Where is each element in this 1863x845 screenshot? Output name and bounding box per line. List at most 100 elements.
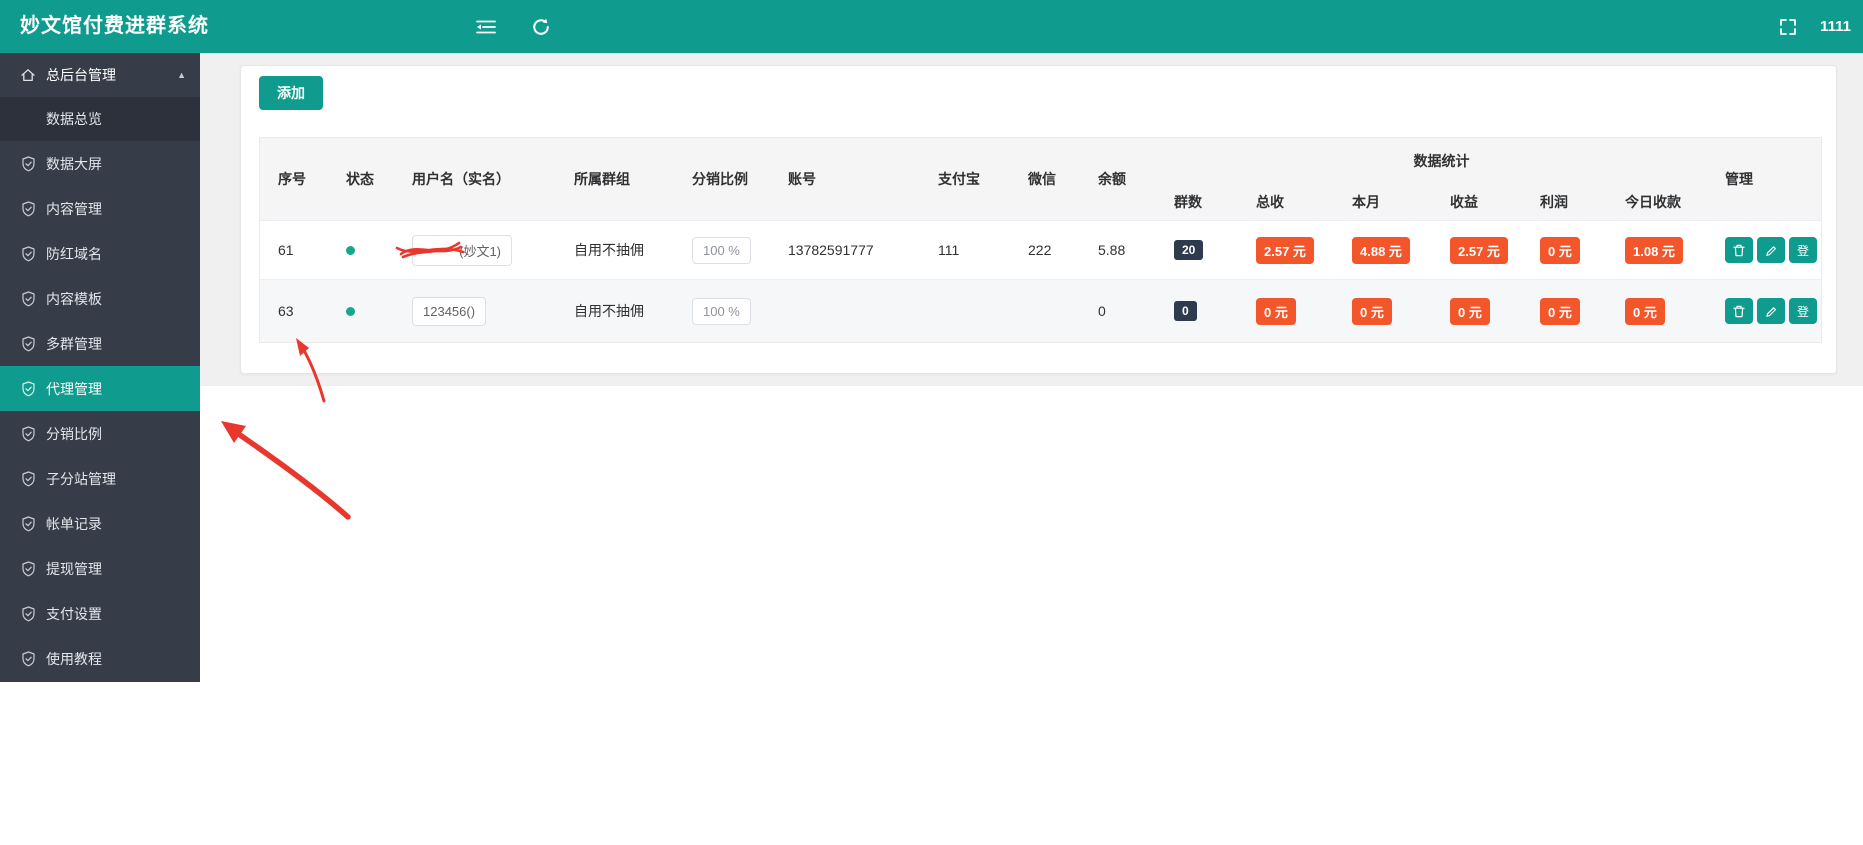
shield-check-icon — [20, 425, 36, 442]
sidebar-item-substation-manage[interactable]: 子分站管理 — [0, 456, 200, 501]
cell-alipay — [930, 280, 1020, 342]
sidebar-item-tutorial[interactable]: 使用教程 — [0, 636, 200, 681]
col-header-group: 所属群组 — [574, 171, 630, 187]
sidebar-item-label: 提现管理 — [46, 560, 102, 577]
col-header-balance: 余额 — [1098, 171, 1126, 187]
sidebar-item-billing-records[interactable]: 帐单记录 — [0, 501, 200, 546]
sidebar-item-payment-settings[interactable]: 支付设置 — [0, 591, 200, 636]
sidebar-item-label: 子分站管理 — [46, 470, 116, 487]
cell-wechat — [1020, 280, 1090, 342]
shield-check-icon — [20, 200, 36, 217]
edit-button[interactable] — [1757, 298, 1785, 324]
cell-group-count: 0 — [1166, 280, 1248, 342]
sidebar-item-content-manage[interactable]: 内容管理 — [0, 186, 200, 231]
col-header-status: 状态 — [346, 171, 374, 187]
money-badge: 4.88 元 — [1352, 236, 1410, 264]
annotation-arrow-large — [221, 421, 351, 520]
money-badge: 0 元 — [1352, 297, 1392, 325]
cell-profit: 0 元 — [1532, 280, 1617, 342]
cell-actions: 登 — [1717, 221, 1821, 279]
sidebar-item-label: 防红域名 — [46, 245, 102, 262]
ratio-box: 100 % — [692, 236, 751, 264]
money-badge: 0 元 — [1540, 297, 1580, 325]
sidebar-item-data-screen[interactable]: 数据大屏 — [0, 141, 200, 186]
content-card: 添加 序号 状态 用户名（实名） 所属群组 分销比例 账号 支付宝 微信 余额 … — [240, 65, 1837, 374]
delete-button[interactable] — [1725, 298, 1753, 324]
col-header-manage: 管理 — [1725, 171, 1753, 187]
cell-group: 自用不抽佣 — [574, 303, 644, 319]
menu-fold-icon[interactable] — [472, 13, 500, 41]
cell-ratio: 100 % — [684, 221, 780, 279]
fullscreen-glyph — [1780, 19, 1796, 35]
app-root: 妙文馆付费进群系统 1111 总后台管理 ▲ 数据总览 数据大屏 内容管理 防红… — [0, 0, 1863, 845]
sidebar-item-label: 数据大屏 — [46, 155, 102, 172]
table-header: 序号 状态 用户名（实名） 所属群组 分销比例 账号 支付宝 微信 余额 群数 … — [260, 138, 1821, 220]
shield-check-icon — [20, 470, 36, 487]
shield-check-icon — [20, 515, 36, 532]
table-row: 63 123456() 自用不抽佣 100 % 0 0 0 元 0 元 0 元 … — [260, 279, 1821, 342]
shield-check-icon — [20, 245, 36, 262]
col-header-account: 账号 — [788, 171, 816, 187]
shield-check-icon — [20, 290, 36, 307]
topbar: 妙文馆付费进群系统 1111 — [0, 0, 1863, 53]
money-badge: 0 元 — [1450, 297, 1490, 325]
sidebar-item-withdraw-manage[interactable]: 提现管理 — [0, 546, 200, 591]
col-header-username: 用户名（实名） — [412, 171, 510, 187]
cell-total-income: 2.57 元 — [1248, 221, 1344, 279]
delete-button[interactable] — [1725, 237, 1753, 263]
cell-balance: 5.88 — [1098, 242, 1126, 258]
cell-status — [322, 221, 388, 279]
cell-month-income: 4.88 元 — [1344, 221, 1442, 279]
col-header-seq: 序号 — [278, 171, 306, 187]
user-menu[interactable]: 1111 — [1820, 0, 1851, 53]
status-online-dot — [346, 245, 355, 255]
pencil-icon — [1766, 245, 1776, 256]
agents-table: 序号 状态 用户名（实名） 所属群组 分销比例 账号 支付宝 微信 余额 群数 … — [259, 137, 1822, 343]
content-area: 添加 序号 状态 用户名（实名） 所属群组 分销比例 账号 支付宝 微信 余额 … — [200, 53, 1863, 386]
sidebar-item-root-admin[interactable]: 总后台管理 ▲ — [0, 53, 200, 97]
money-badge: 2.57 元 — [1256, 236, 1314, 264]
cell-alipay: 111 — [938, 242, 960, 258]
sidebar-item-label: 代理管理 — [46, 380, 102, 397]
ratio-box: 100 % — [692, 297, 751, 325]
col-header-alipay: 支付宝 — [938, 171, 980, 187]
sidebar-item-label: 分销比例 — [46, 425, 102, 442]
menu-fold-glyph — [476, 20, 496, 34]
shield-check-icon — [20, 650, 36, 667]
money-badge: 2.57 元 — [1450, 236, 1508, 264]
username-box: 123456() — [412, 296, 487, 326]
edit-button[interactable] — [1757, 237, 1785, 263]
cell-total-income: 0 元 — [1248, 280, 1344, 342]
sidebar-item-data-overview[interactable]: 数据总览 — [0, 97, 200, 141]
sidebar-item-label: 支付设置 — [46, 605, 102, 622]
refresh-glyph — [533, 18, 549, 35]
cell-account: 13782591777 — [788, 242, 874, 258]
sidebar-item-agent-manage[interactable]: 代理管理 — [0, 366, 200, 411]
money-badge: 1.08 元 — [1625, 236, 1683, 264]
cell-username: (妙文1) — [388, 221, 566, 279]
login-as-button[interactable]: 登 — [1789, 237, 1817, 263]
shield-check-icon — [20, 380, 36, 397]
cell-group-count: 20 — [1166, 221, 1248, 279]
cell-income: 0 元 — [1442, 280, 1532, 342]
sidebar-item-label: 多群管理 — [46, 335, 102, 352]
money-badge: 0 元 — [1540, 236, 1580, 264]
add-button[interactable]: 添加 — [259, 76, 323, 110]
refresh-icon[interactable] — [527, 13, 555, 41]
cell-income: 2.57 元 — [1442, 221, 1532, 279]
app-title: 妙文馆付费进群系统 — [20, 15, 209, 37]
sidebar-item-distribution-ratio[interactable]: 分销比例 — [0, 411, 200, 456]
login-as-button[interactable]: 登 — [1789, 298, 1817, 324]
sidebar-item-label: 帐单记录 — [46, 515, 102, 532]
sidebar-item-content-template[interactable]: 内容模板 — [0, 276, 200, 321]
cell-month-income: 0 元 — [1344, 280, 1442, 342]
chevron-up-icon: ▲ — [177, 70, 186, 80]
cell-today-income: 1.08 元 — [1617, 221, 1717, 279]
fullscreen-icon[interactable] — [1774, 13, 1802, 41]
shield-check-icon — [20, 605, 36, 622]
sidebar-item-label: 总后台管理 — [46, 67, 116, 83]
sidebar-item-multi-group[interactable]: 多群管理 — [0, 321, 200, 366]
trash-icon — [1733, 244, 1745, 256]
cell-today-income: 0 元 — [1617, 280, 1717, 342]
sidebar-item-antired-domain[interactable]: 防红域名 — [0, 231, 200, 276]
